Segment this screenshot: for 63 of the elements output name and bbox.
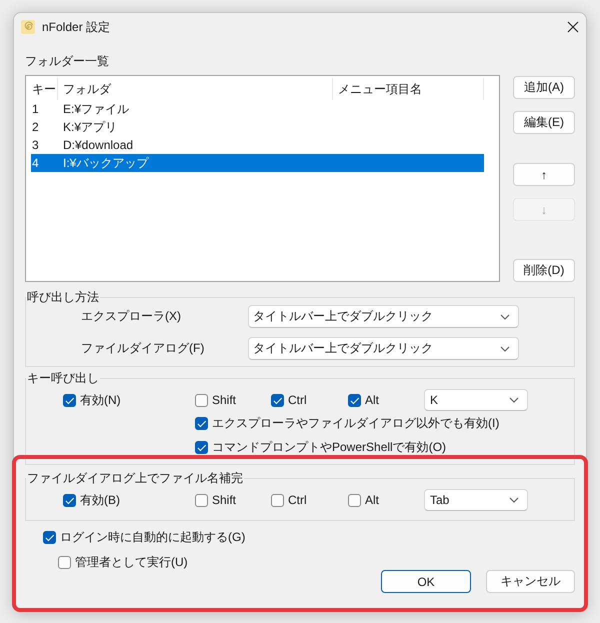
checkbox-label[interactable]: ログイン時に自動的に起動する(G) [60, 530, 246, 544]
window-title: nFolder 設定 [42, 20, 112, 34]
column-header[interactable]: メニュー項目名 [333, 78, 484, 100]
checkbox[interactable] [271, 494, 284, 506]
key-cell-text: 3 [31, 137, 40, 154]
folder-list[interactable]: キー フォルダ メニュー項目名 1 E:¥ファイル 2 K:¥アプリ 3 D:¥download 4 I:¥バックアップ [25, 75, 500, 282]
checkbox-label[interactable]: 有効(N) [80, 393, 121, 407]
column-header[interactable]: フォルダ [58, 78, 333, 100]
folder-cell-text: K:¥アプリ [62, 119, 118, 136]
list-row[interactable]: 3 D:¥download [31, 136, 484, 154]
ok-button[interactable]: OK [381, 570, 471, 593]
checkbox[interactable] [43, 530, 56, 544]
checkbox-label[interactable]: エクスプローラやファイルダイアログ以外でも有効(I) [212, 416, 500, 430]
checkbox-label[interactable]: コマンドプロンプトやPowerShellで有効(O) [212, 440, 446, 454]
folder-cell-text: E:¥ファイル [62, 101, 130, 118]
checkbox[interactable] [63, 394, 76, 406]
checkbox-label[interactable]: Ctrl [288, 393, 307, 407]
chevron-down-icon [500, 314, 510, 320]
dropdown[interactable]: タイトルバー上でダブルクリック [248, 305, 519, 328]
checkbox[interactable] [271, 394, 284, 406]
close-icon[interactable] [567, 20, 579, 32]
checkbox[interactable] [195, 394, 208, 406]
checkbox[interactable] [348, 494, 361, 506]
key-cell-text: 2 [31, 119, 40, 136]
dropdown[interactable]: Tab [424, 489, 528, 511]
checkbox-label[interactable]: Alt [365, 393, 380, 407]
chevron-down-icon [509, 397, 519, 403]
list-row[interactable]: 2 K:¥アプリ [31, 118, 484, 136]
checkbox[interactable] [195, 416, 208, 430]
checkbox-label[interactable]: Shift [212, 493, 236, 507]
key-cell-text: 1 [31, 101, 40, 118]
chevron-down-icon [509, 497, 519, 503]
list-row[interactable]: 1 E:¥ファイル [31, 100, 484, 118]
checkbox-label[interactable]: 管理者として実行(U) [75, 555, 188, 569]
checkbox[interactable] [348, 394, 361, 406]
checkbox-label[interactable]: Shift [212, 393, 236, 407]
field-label: エクスプローラ(X) [81, 308, 182, 325]
folder-cell-text: D:¥download [62, 137, 134, 154]
checkbox[interactable] [58, 556, 71, 568]
field-label: ファイルダイアログ(F) [81, 340, 206, 357]
cancel-button[interactable]: キャンセル [486, 570, 575, 593]
checkbox-label[interactable]: Alt [365, 493, 380, 507]
delete-button[interactable]: 削除(D) [513, 259, 575, 282]
checkbox-label[interactable]: Ctrl [288, 493, 307, 507]
checkbox[interactable] [63, 494, 76, 506]
column-header[interactable]: キー [31, 78, 58, 100]
edit-button[interactable]: 編集(E) [513, 111, 575, 134]
key-cell-text: 4 [31, 155, 40, 172]
chevron-down-icon [500, 346, 510, 352]
move-up-button[interactable]: ↑ [513, 163, 575, 186]
checkbox[interactable] [195, 440, 208, 454]
add-button[interactable]: 追加(A) [513, 76, 575, 99]
list-row[interactable]: 4 I:¥バックアップ [31, 154, 484, 172]
folder-cell-text: I:¥バックアップ [62, 155, 150, 172]
spiral-icon [21, 20, 35, 34]
group-title: キー呼び出し [26, 371, 100, 385]
checkbox[interactable] [195, 494, 208, 506]
group-title: ファイルダイアログ上でファイル名補完 [26, 471, 244, 485]
group-title: 呼び出し方法 [26, 290, 100, 304]
dropdown[interactable]: K [424, 389, 528, 411]
checkbox-label[interactable]: 有効(B) [80, 493, 120, 507]
dropdown[interactable]: タイトルバー上でダブルクリック [248, 337, 519, 360]
section-label: フォルダー一覧 [25, 54, 110, 68]
